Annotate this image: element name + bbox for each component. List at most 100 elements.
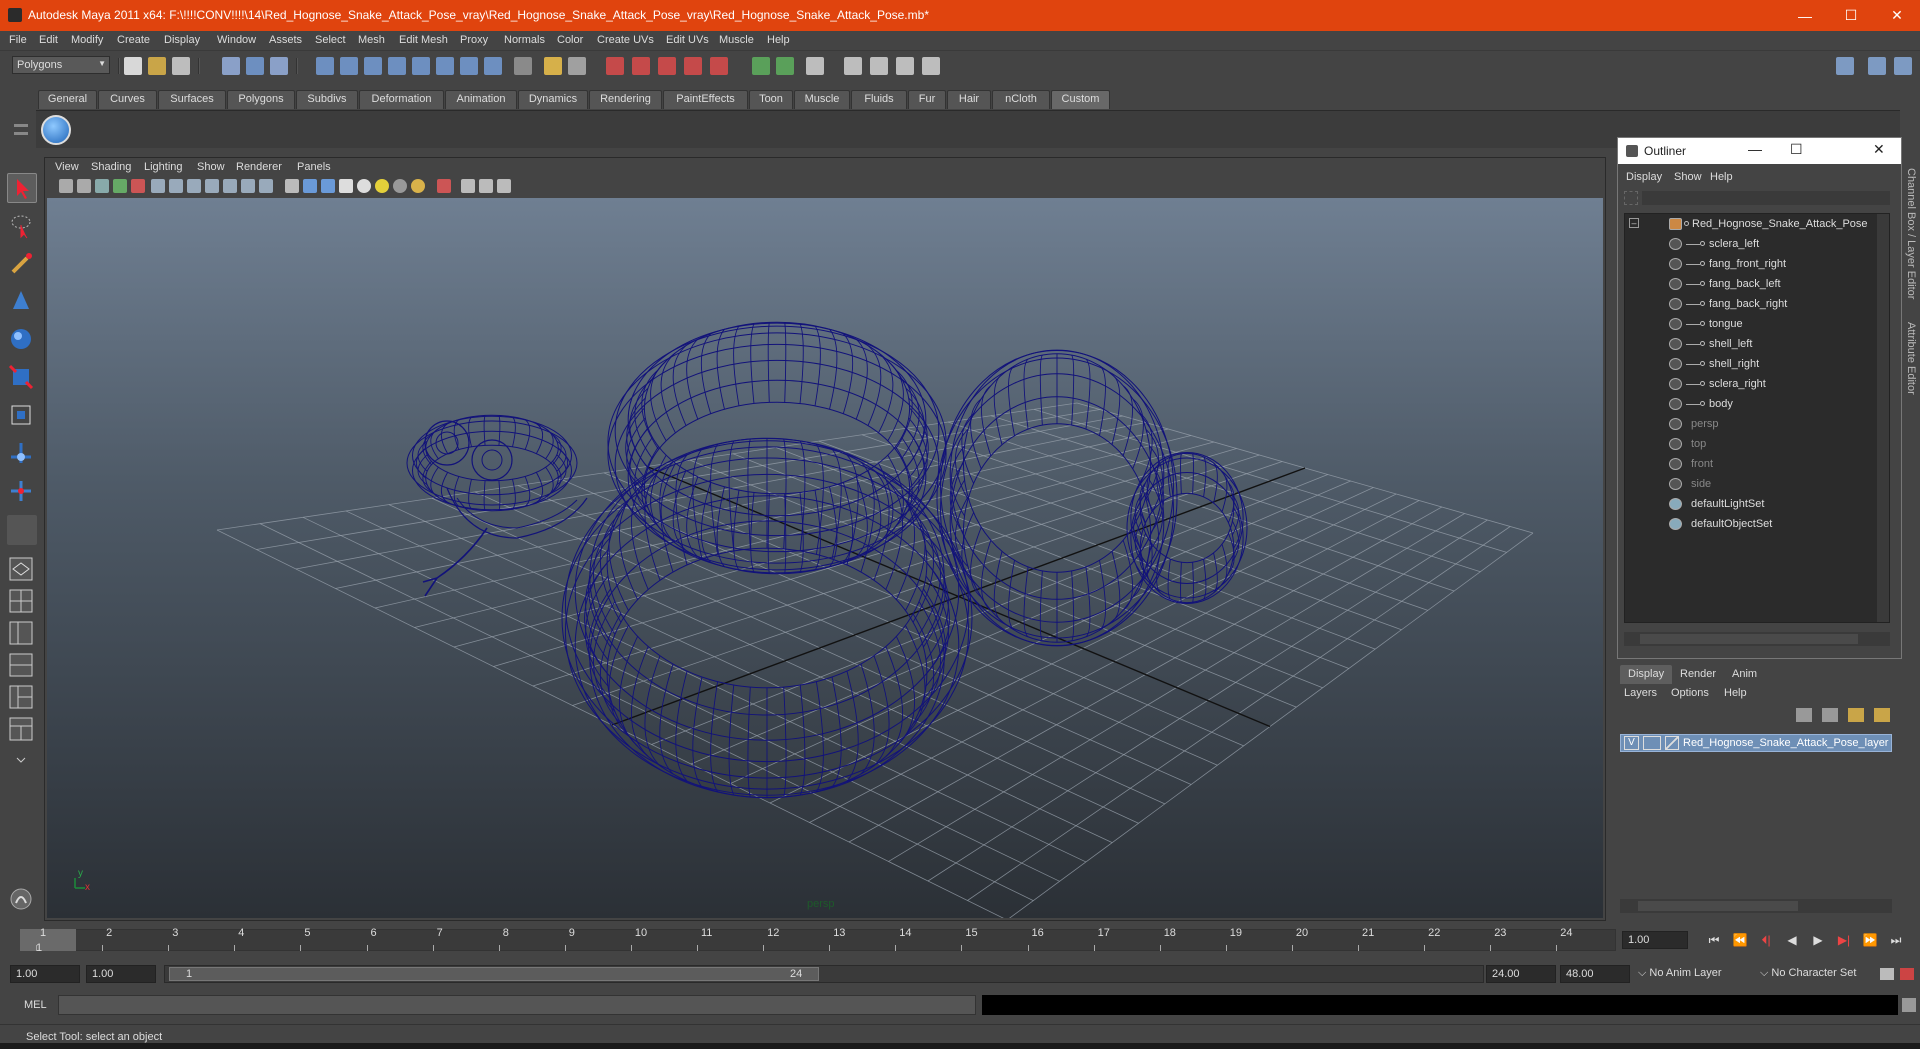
menu-select[interactable]: Select <box>315 34 346 46</box>
graph-layout-icon[interactable] <box>7 651 37 681</box>
select-camera-icon[interactable] <box>59 179 73 193</box>
tab-fluids[interactable]: Fluids <box>851 90 907 109</box>
tab-rendering[interactable]: Rendering <box>589 90 662 109</box>
magnet-snap-icon[interactable] <box>606 57 624 75</box>
viewport-menu-show[interactable]: Show <box>197 161 225 173</box>
perspective-viewport[interactable]: persp y x <box>47 198 1603 921</box>
viewport-menu-panels[interactable]: Panels <box>297 161 331 173</box>
wireframe-on-shaded-icon[interactable] <box>321 179 335 193</box>
gate-mask-icon[interactable] <box>205 179 219 193</box>
tab-toon[interactable]: Toon <box>749 90 793 109</box>
tab-surfaces[interactable]: Surfaces <box>158 90 226 109</box>
layer-visibility-toggle[interactable]: V <box>1624 736 1639 750</box>
move-up-layer-icon[interactable] <box>1848 708 1864 722</box>
tab-dynamics[interactable]: Dynamics <box>518 90 588 109</box>
outliner-child-item[interactable]: body <box>1625 394 1889 414</box>
menu-edit-uvs[interactable]: Edit UVs <box>666 34 709 46</box>
xray-icon[interactable] <box>461 179 475 193</box>
smooth-shading-icon[interactable] <box>303 179 317 193</box>
script-editor-icon[interactable] <box>7 885 37 915</box>
lasso-tool-icon[interactable] <box>7 211 37 241</box>
collapse-toggle-icon[interactable]: – <box>1629 218 1639 228</box>
checkmark-shelf-icon[interactable] <box>41 115 71 145</box>
film-gate-icon[interactable] <box>169 179 183 193</box>
viewport-menu-shading[interactable]: Shading <box>91 161 131 173</box>
layer-menu-options[interactable]: Options <box>1671 687 1709 699</box>
menu-edit-mesh[interactable]: Edit Mesh <box>399 34 448 46</box>
menu-normals[interactable]: Normals <box>504 34 545 46</box>
save-scene-icon[interactable] <box>172 57 190 75</box>
wireframe-shading-icon[interactable] <box>285 179 299 193</box>
outliner-set-item[interactable]: defaultObjectSet <box>1625 514 1889 534</box>
outliner-camera-item[interactable]: persp <box>1625 414 1889 434</box>
tab-painteffects[interactable]: PaintEffects <box>663 90 748 109</box>
outliner-child-item[interactable]: fang_front_right <box>1625 254 1889 274</box>
outliner-filter-icon[interactable] <box>1624 191 1638 205</box>
playback-end-field[interactable]: 24.00 <box>1486 965 1556 983</box>
layer-menu-help[interactable]: Help <box>1724 687 1747 699</box>
anim-layer-dropdown[interactable]: ⌵ No Anim Layer <box>1634 965 1726 983</box>
hypershade-icon[interactable] <box>844 57 862 75</box>
character-set-dropdown[interactable]: ⌵ No Character Set <box>1756 965 1860 983</box>
menu-file[interactable]: File <box>9 34 27 46</box>
tab-general[interactable]: General <box>38 90 97 109</box>
playback-start-field[interactable]: 1.00 <box>86 965 156 983</box>
select-object-icon[interactable] <box>246 57 264 75</box>
outliner-vertical-scrollbar[interactable] <box>1877 214 1889 622</box>
command-language-label[interactable]: MEL <box>24 999 47 1011</box>
new-scene-icon[interactable] <box>124 57 142 75</box>
outliner-child-item[interactable]: sclera_left <box>1625 234 1889 254</box>
outliner-horizontal-scrollbar[interactable] <box>1624 632 1890 646</box>
layer-horizontal-scrollbar[interactable] <box>1620 899 1892 913</box>
layer-menu-layers[interactable]: Layers <box>1624 687 1657 699</box>
hypershade-layout-icon[interactable] <box>7 683 37 713</box>
viewport-menu-renderer[interactable]: Renderer <box>236 161 282 173</box>
step-forward-frame-icon[interactable]: ⏩ <box>1860 933 1880 951</box>
select-tool-icon[interactable] <box>7 173 37 203</box>
safe-action-icon[interactable] <box>241 179 255 193</box>
safe-title-icon[interactable] <box>259 179 273 193</box>
tab-subdivs[interactable]: Subdivs <box>296 90 358 109</box>
menu-assets[interactable]: Assets <box>269 34 302 46</box>
render-globals-icon[interactable] <box>896 57 914 75</box>
scale-tool-icon[interactable] <box>7 363 37 393</box>
close-button[interactable]: ✕ <box>1874 0 1920 31</box>
select-component-icon[interactable] <box>270 57 288 75</box>
lock-icon[interactable] <box>544 57 562 75</box>
animation-start-field[interactable]: 1.00 <box>10 965 80 983</box>
snap-live-icon[interactable] <box>436 57 454 75</box>
tab-custom[interactable]: Custom <box>1051 90 1110 109</box>
outliner-child-item[interactable]: shell_left <box>1625 334 1889 354</box>
ipr-render-icon[interactable] <box>870 57 888 75</box>
textured-icon[interactable] <box>339 179 353 193</box>
channel-box-toggle-icon[interactable] <box>1894 57 1912 75</box>
tab-deformation[interactable]: Deformation <box>359 90 444 109</box>
resolution-gate-icon[interactable] <box>187 179 201 193</box>
viewport-menu-lighting[interactable]: Lighting <box>144 161 183 173</box>
attribute-editor-tab[interactable]: Attribute Editor <box>1905 322 1917 395</box>
render-view-icon[interactable] <box>752 57 770 75</box>
range-slider-thumb[interactable]: 1 24 <box>169 967 819 981</box>
outliner-child-item[interactable]: sclera_right <box>1625 374 1889 394</box>
menu-display[interactable]: Display <box>164 34 200 46</box>
default-lighting-icon[interactable] <box>357 179 371 193</box>
new-layer-selected-icon[interactable] <box>1822 708 1838 722</box>
grease-pencil-icon[interactable] <box>131 179 145 193</box>
outliner-layout-icon[interactable] <box>7 619 37 649</box>
help-question-icon[interactable] <box>514 57 532 75</box>
bookmarks-icon[interactable] <box>95 179 109 193</box>
outliner-maximize-icon[interactable]: ☐ <box>1790 141 1803 158</box>
tool-settings-toggle-icon[interactable] <box>1868 57 1886 75</box>
magnet-curve-icon[interactable] <box>632 57 650 75</box>
snap-point-icon[interactable] <box>364 57 382 75</box>
layer-scroll-thumb[interactable] <box>1638 901 1798 911</box>
backface-culling-icon[interactable] <box>497 179 511 193</box>
animation-end-field[interactable]: 48.00 <box>1560 965 1630 983</box>
maximize-button[interactable]: ☐ <box>1828 0 1874 31</box>
history-icon[interactable] <box>484 57 502 75</box>
menu-mesh[interactable]: Mesh <box>358 34 385 46</box>
magnet-point-icon[interactable] <box>658 57 676 75</box>
tab-ncloth[interactable]: nCloth <box>992 90 1050 109</box>
menu-modify[interactable]: Modify <box>71 34 103 46</box>
attribute-editor-toggle-icon[interactable] <box>1836 57 1854 75</box>
